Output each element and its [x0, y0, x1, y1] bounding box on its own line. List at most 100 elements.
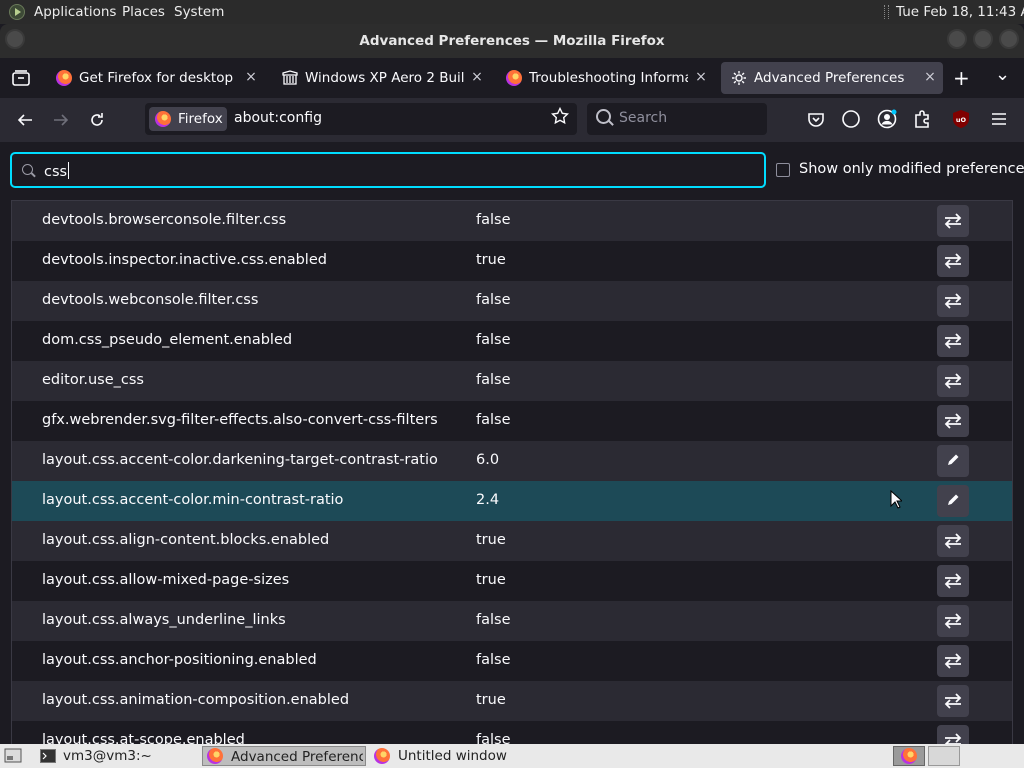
- toggle-button[interactable]: [937, 645, 969, 677]
- show-desktop-icon[interactable]: [4, 748, 22, 764]
- places-menu[interactable]: Places: [122, 4, 165, 20]
- preference-name: layout.css.animation-composition.enabled: [42, 692, 350, 708]
- bookmark-star-icon[interactable]: [551, 107, 569, 125]
- toggle-arrows-icon: [944, 373, 962, 389]
- tab-label: Get Firefox for desktop — Mozilla: [79, 70, 238, 86]
- preference-row[interactable]: layout.css.allow-mixed-page-sizes true: [12, 561, 1012, 601]
- close-tab-icon[interactable]: ×: [923, 69, 937, 85]
- preference-row[interactable]: layout.css.anchor-positioning.enabled fal…: [12, 641, 1012, 681]
- tab-windows-xp[interactable]: Windows XP Aero 2 Build 72 ×: [272, 62, 490, 94]
- preference-search-input[interactable]: css: [10, 152, 766, 188]
- workspace-switcher[interactable]: [893, 746, 925, 766]
- tab-get-firefox[interactable]: Get Firefox for desktop — Mozilla ×: [46, 62, 264, 94]
- bottom-taskbar: vm3@vm3:~ Advanced Preferenc… Untitled w…: [0, 744, 1024, 768]
- url-bar[interactable]: Firefox about:config: [145, 103, 577, 135]
- preference-name: layout.css.accent-color.darkening-target…: [42, 452, 438, 468]
- toggle-button[interactable]: [937, 245, 969, 277]
- close-tab-icon[interactable]: ×: [694, 69, 708, 85]
- preference-row[interactable]: layout.css.always_underline_links false: [12, 601, 1012, 641]
- preference-value: false: [476, 612, 511, 628]
- taskbar-item-untitled[interactable]: Untitled window: [370, 746, 570, 766]
- preference-name: dom.css_pseudo_element.enabled: [42, 332, 293, 348]
- firefox-view-icon[interactable]: [12, 70, 30, 86]
- workspace-2[interactable]: [928, 746, 960, 766]
- close-tab-icon[interactable]: ×: [244, 69, 258, 85]
- extension-circle-icon[interactable]: [840, 108, 862, 130]
- preference-row[interactable]: layout.css.accent-color.min-contrast-rat…: [12, 481, 1012, 521]
- maximize-button[interactable]: [973, 29, 993, 49]
- pencil-icon: [948, 454, 959, 465]
- search-icon: [22, 164, 33, 175]
- terminal-icon: [40, 749, 56, 763]
- toggle-button[interactable]: [937, 605, 969, 637]
- extensions-puzzle-icon[interactable]: [912, 108, 934, 130]
- preference-name: gfx.webrender.svg-filter-effects.also-co…: [42, 412, 438, 428]
- preference-row[interactable]: gfx.webrender.svg-filter-effects.also-co…: [12, 401, 1012, 441]
- toggle-button[interactable]: [937, 365, 969, 397]
- window-titlebar[interactable]: Advanced Preferences — Mozilla Firefox: [0, 24, 1024, 58]
- ublock-origin-icon[interactable]: uO: [950, 108, 972, 130]
- preference-row[interactable]: layout.css.accent-color.darkening-target…: [12, 441, 1012, 481]
- toggle-button[interactable]: [937, 725, 969, 744]
- toggle-button[interactable]: [937, 325, 969, 357]
- toggle-button[interactable]: [937, 205, 969, 237]
- preferences-table: devtools.browserconsole.filter.css false d…: [11, 200, 1013, 744]
- toggle-button[interactable]: [937, 525, 969, 557]
- preference-row[interactable]: layout.css.align-content.blocks.enabled t…: [12, 521, 1012, 561]
- close-window-button[interactable]: [999, 29, 1019, 49]
- identity-label: Firefox: [178, 111, 223, 127]
- toggle-button[interactable]: [937, 565, 969, 597]
- firefox-icon: [374, 748, 390, 764]
- reload-button[interactable]: [83, 106, 111, 134]
- tab-label: Windows XP Aero 2 Build 72: [305, 70, 464, 86]
- applications-menu[interactable]: Applications: [34, 4, 116, 20]
- new-tab-button[interactable]: +: [953, 66, 970, 90]
- text-caret: [68, 162, 70, 179]
- identity-box[interactable]: Firefox: [149, 107, 227, 131]
- toggle-arrows-icon: [944, 613, 962, 629]
- taskbar-item-terminal[interactable]: vm3@vm3:~: [36, 746, 196, 766]
- minimize-button[interactable]: [947, 29, 967, 49]
- preference-row[interactable]: devtools.browserconsole.filter.css false: [12, 201, 1012, 241]
- clock[interactable]: Tue Feb 18, 11:43 AM: [896, 4, 1024, 20]
- preference-row[interactable]: devtools.inspector.inactive.css.enabled t…: [12, 241, 1012, 281]
- edit-button[interactable]: [937, 485, 969, 517]
- preference-name: layout.css.accent-color.min-contrast-rat…: [42, 492, 344, 508]
- url-input[interactable]: about:config: [234, 110, 322, 126]
- preference-value: false: [476, 212, 511, 228]
- preference-row[interactable]: layout.css.at-scope.enabled false: [12, 721, 1012, 744]
- hamburger-menu-icon[interactable]: [988, 108, 1010, 130]
- close-tab-icon[interactable]: ×: [470, 69, 484, 85]
- toggle-button[interactable]: [937, 285, 969, 317]
- system-menu[interactable]: System: [174, 4, 224, 20]
- tab-strip: Get Firefox for desktop — Mozilla × Wind…: [0, 58, 1024, 98]
- preference-name: layout.css.at-scope.enabled: [42, 732, 245, 744]
- tab-troubleshooting[interactable]: Troubleshooting Information ×: [496, 62, 714, 94]
- archive-icon: [282, 70, 298, 85]
- taskbar-item-label: vm3@vm3:~: [63, 748, 152, 764]
- taskbar-item-label: Untitled window: [398, 748, 507, 764]
- distro-logo-icon[interactable]: [9, 4, 25, 20]
- toggle-arrows-icon: [944, 213, 962, 229]
- show-modified-label[interactable]: Show only modified preferences: [799, 161, 1024, 177]
- list-all-tabs-button[interactable]: ⌄: [995, 64, 1010, 85]
- forward-button[interactable]: [47, 106, 75, 134]
- back-button[interactable]: [11, 106, 39, 134]
- search-bar[interactable]: Search: [587, 103, 767, 135]
- show-modified-checkbox[interactable]: [776, 163, 790, 177]
- tab-advanced-preferences[interactable]: Advanced Preferences ×: [721, 62, 943, 94]
- preference-value: false: [476, 292, 511, 308]
- toggle-button[interactable]: [937, 405, 969, 437]
- account-icon[interactable]: [876, 108, 898, 130]
- toggle-button[interactable]: [937, 685, 969, 717]
- preference-row[interactable]: layout.css.animation-composition.enabled…: [12, 681, 1012, 721]
- arrow-right-icon: [54, 114, 69, 126]
- edit-button[interactable]: [937, 445, 969, 477]
- preference-value: false: [476, 412, 511, 428]
- preference-row[interactable]: devtools.webconsole.filter.css false: [12, 281, 1012, 321]
- preference-name: layout.css.anchor-positioning.enabled: [42, 652, 317, 668]
- taskbar-item-firefox[interactable]: Advanced Preferenc…: [202, 746, 366, 766]
- pocket-icon[interactable]: [805, 108, 827, 130]
- preference-row[interactable]: dom.css_pseudo_element.enabled false: [12, 321, 1012, 361]
- preference-row[interactable]: editor.use_css false: [12, 361, 1012, 401]
